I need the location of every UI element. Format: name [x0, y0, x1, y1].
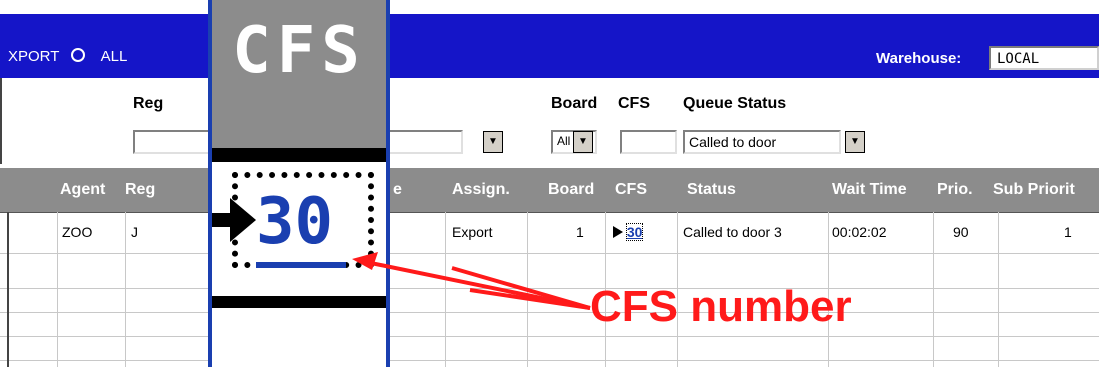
col-sub-priority[interactable]: Sub Priorit	[993, 181, 1075, 199]
cell-wait-time: 00:02:02	[832, 224, 887, 240]
row-pointer-icon	[212, 198, 256, 242]
queue-status-label: Queue Status	[683, 95, 787, 112]
col-cfs[interactable]: CFS	[615, 181, 647, 199]
row-divider	[0, 253, 1099, 254]
radio-all-label: ALL	[100, 48, 128, 65]
grid-left-border	[7, 212, 9, 367]
row-pointer-icon	[613, 226, 623, 238]
cell-sub-priority: 1	[1064, 224, 1072, 240]
cfs-link[interactable]: 30	[625, 223, 644, 241]
col-status[interactable]: Status	[687, 181, 736, 199]
col-divider	[57, 212, 58, 367]
col-assign[interactable]: Assign.	[452, 181, 510, 199]
col-divider	[445, 212, 446, 367]
reg-dropdown-arrow-icon[interactable]: ▼	[483, 131, 503, 153]
col-wait-time[interactable]: Wait Time	[832, 181, 907, 199]
queue-table-body: ZOO J Export 1 30 Called to door 3 00:02…	[0, 212, 1099, 367]
warehouse-input[interactable]: LOCAL	[989, 46, 1099, 70]
warehouse-label: Warehouse:	[876, 50, 962, 67]
row-divider	[0, 336, 1099, 337]
row-divider	[0, 312, 1099, 313]
reg-filter-label: Reg	[133, 95, 164, 112]
zoom-title: CFS	[232, 14, 366, 88]
col-agent[interactable]: Agent	[60, 181, 105, 199]
col-prio[interactable]: Prio.	[937, 181, 973, 199]
cell-assign: Export	[452, 224, 493, 240]
col-reg[interactable]: Reg	[125, 181, 155, 199]
queue-status-dropdown-arrow-icon[interactable]: ▼	[845, 131, 865, 153]
filter-panel: Reg ▼ Board CFS Queue Status All ▼ Calle…	[0, 78, 1099, 164]
cell-status: Called to door 3	[683, 224, 782, 240]
cell-prio: 90	[953, 224, 969, 240]
cell-agent: ZOO	[62, 224, 93, 240]
radio-all-button[interactable]	[71, 48, 86, 62]
board-dropdown-arrow-icon[interactable]: ▼	[573, 131, 593, 153]
cfs-filter-input[interactable]	[620, 130, 677, 154]
zoom-underline	[256, 262, 346, 268]
board-filter-label: Board	[551, 95, 598, 112]
col-divider	[125, 212, 126, 367]
cell-cfs[interactable]: 30	[613, 223, 644, 241]
col-divider	[933, 212, 934, 367]
zoom-footer-bar	[212, 296, 386, 308]
cell-reg: J	[131, 224, 138, 240]
zoom-cfs-number: 30	[256, 185, 334, 259]
queue-status-select[interactable]: Called to door	[683, 130, 841, 154]
col-divider	[998, 212, 999, 367]
cfs-number-annotation: CFS number	[590, 282, 852, 331]
col-board[interactable]: Board	[548, 181, 594, 199]
radio-export-label: XPORT	[8, 48, 60, 65]
mode-radio-group: XPORT ALL	[8, 48, 127, 65]
zoom-header: CFS	[212, 0, 386, 162]
row-divider	[0, 360, 1099, 361]
queue-table-header: Agent Reg e Assign. Board CFS Status Wai…	[0, 168, 1099, 213]
col-partial[interactable]: e	[393, 181, 402, 199]
cfs-zoom-callout: CFS 30	[208, 0, 390, 367]
col-divider	[527, 212, 528, 367]
filter-toolbar: XPORT ALL Warehouse: LOCAL	[0, 14, 1099, 78]
cell-board: 1	[576, 224, 584, 240]
cfs-filter-label: CFS	[618, 95, 650, 112]
row-divider	[0, 288, 1099, 289]
